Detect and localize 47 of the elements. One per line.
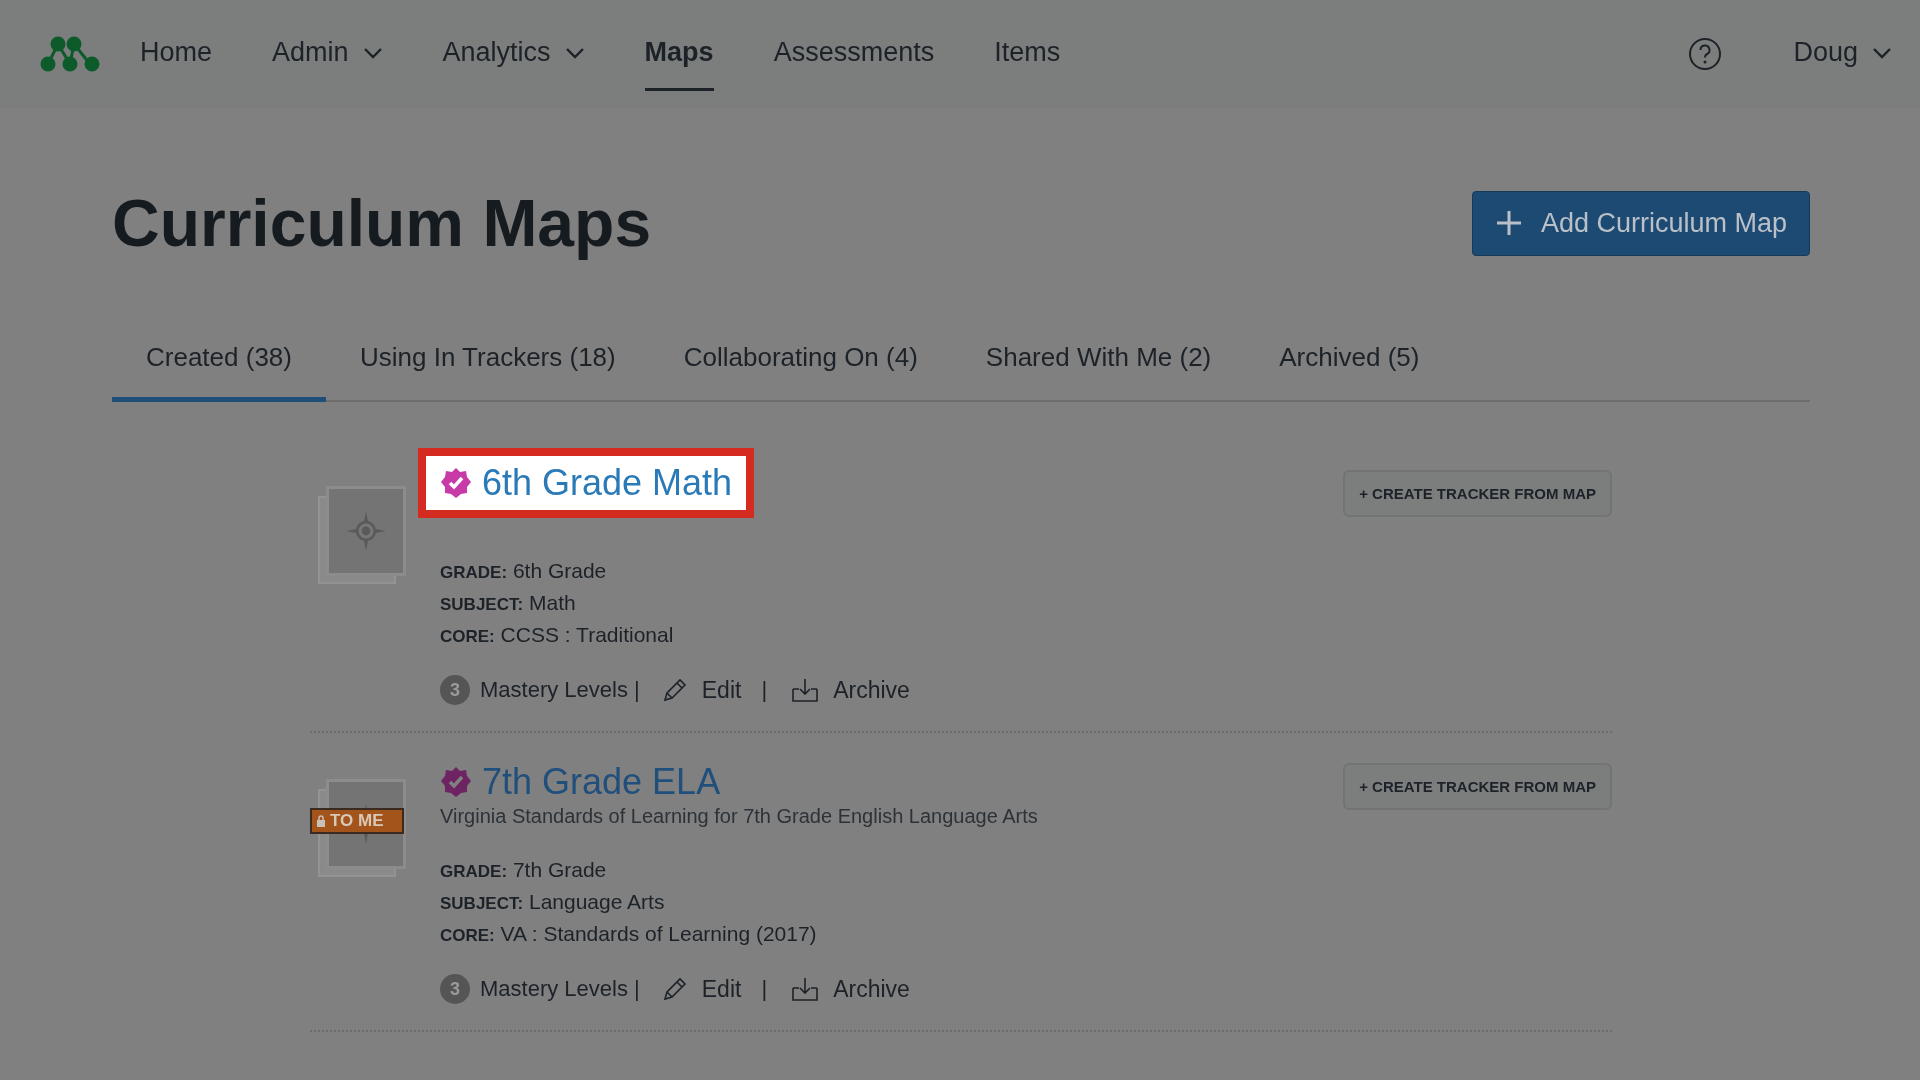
archive-link[interactable]: Archive — [791, 676, 910, 704]
nav-link[interactable]: Home — [140, 17, 213, 91]
verified-badge-icon — [440, 467, 472, 499]
create-tracker-button[interactable]: + CREATE TRACKER FROM MAP — [1343, 470, 1612, 517]
pencil-icon — [661, 677, 688, 703]
map-detail: CORE: CCSS : Traditional — [440, 623, 675, 647]
shared-tag: TO ME — [310, 808, 404, 834]
map-title-link[interactable]: 6th Grade Math — [418, 448, 755, 518]
pencil-icon — [661, 976, 688, 1002]
help-icon[interactable] — [1687, 36, 1724, 72]
download-tray-icon — [791, 677, 820, 703]
nav-link[interactable]: Items — [994, 17, 1061, 91]
nav-link[interactable]: Assessments — [773, 17, 935, 91]
map-detail: CORE: VA : Standards of Learning (2017) — [440, 922, 818, 946]
separator-text: | — [761, 677, 768, 703]
map-description: Virginia Standards of Learning for 7th Grade English Language Arts — [440, 805, 1039, 828]
add-curriculum-map-button[interactable]: Add Curriculum Map — [1471, 190, 1810, 256]
map-detail: GRADE: 6th Grade — [440, 559, 608, 583]
logo-icon[interactable] — [40, 36, 100, 72]
download-tray-icon — [791, 976, 820, 1002]
plus-icon — [1494, 209, 1523, 237]
map-detail: SUBJECT: Language Arts — [440, 890, 666, 914]
mastery-count-badge: 3 — [440, 675, 470, 705]
archive-link[interactable]: Archive — [791, 975, 910, 1003]
tab[interactable]: Created (38) — [112, 328, 326, 402]
map-detail: GRADE: 7th Grade — [440, 858, 608, 882]
map-detail: SUBJECT: Math — [440, 591, 577, 615]
nav-link[interactable]: Admin — [272, 17, 383, 91]
user-menu[interactable]: Doug — [1793, 17, 1892, 91]
verified-badge-icon — [440, 766, 472, 798]
map-title-link[interactable]: 7th Grade ELA — [440, 761, 721, 803]
page-title: Curriculum Maps — [112, 185, 652, 261]
tab[interactable]: Collaborating On (4) — [649, 328, 952, 402]
edit-link[interactable]: Edit — [661, 975, 742, 1003]
tab[interactable]: Shared With Me (2) — [951, 328, 1246, 402]
nav-link[interactable]: Analytics — [442, 17, 585, 91]
tab[interactable]: Using In Trackers (18) — [325, 328, 650, 402]
create-tracker-button[interactable]: + CREATE TRACKER FROM MAP — [1343, 763, 1612, 810]
nav-link[interactable]: Maps — [644, 17, 714, 91]
separator-text: | — [761, 976, 768, 1002]
mastery-levels-label: Mastery Levels | — [480, 976, 640, 1002]
edit-link[interactable]: Edit — [661, 676, 742, 704]
chevron-down-icon — [1872, 46, 1892, 59]
lock-icon — [316, 815, 326, 827]
mastery-count-badge: 3 — [440, 974, 470, 1004]
mastery-levels-label: Mastery Levels | — [480, 677, 640, 703]
tab[interactable]: Archived (5) — [1245, 328, 1454, 402]
